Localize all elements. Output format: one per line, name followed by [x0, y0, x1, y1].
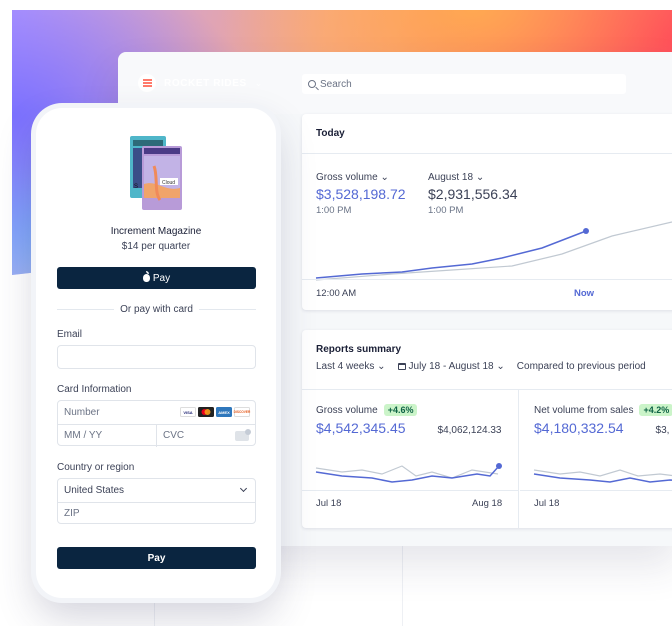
- reports-summary-card: Reports summary Last 4 weeks ⌄ July 18 -…: [302, 330, 672, 528]
- cvc-card-icon: [235, 429, 251, 441]
- compare-date-dropdown[interactable]: August 18 ⌄: [428, 172, 518, 183]
- gross-panel-divider: [302, 490, 519, 491]
- gross-axis-end: Aug 18: [472, 498, 503, 509]
- net-volume-label: Net volume from sales: [534, 404, 634, 416]
- today-current-point: [583, 228, 589, 234]
- gross-volume-total: $4,542,345.45: [316, 420, 406, 436]
- search-input[interactable]: [320, 78, 600, 90]
- search-bar[interactable]: [302, 74, 626, 94]
- country-label: Country or region: [57, 462, 135, 473]
- gross-volume-dropdown[interactable]: Gross volume ⌄: [316, 172, 406, 183]
- chevron-down-icon: ⌄: [475, 172, 485, 183]
- card-information-label: Card Information: [57, 384, 132, 395]
- net-volume-total: $4,180,332.54: [534, 420, 624, 436]
- apple-pay-label: Pay: [152, 272, 171, 284]
- email-input[interactable]: [58, 346, 243, 368]
- gross-current-point: [496, 463, 502, 469]
- net-panel-divider: [520, 490, 672, 491]
- card-cvc-input[interactable]: [157, 424, 227, 447]
- account-switcher[interactable]: ROCKET RIDES ⌄: [138, 74, 262, 92]
- gross-volume-sparkline: [315, 463, 502, 483]
- gross-volume-previous: $4,062,124.33: [437, 425, 502, 436]
- today-current-line: [315, 230, 587, 279]
- email-field-box: [57, 345, 256, 369]
- phone-checkout: S Cloud Increment Magazine $14 per quart…: [36, 108, 276, 598]
- card-number-input[interactable]: [64, 406, 164, 418]
- chevron-down-icon: ⌄: [377, 361, 386, 372]
- cover-front-text: Cloud: [162, 180, 175, 186]
- amex-icon: AMEX: [216, 407, 232, 417]
- gross-volume-panel[interactable]: Gross volume +4.6% $4,542,345.45 $4,062,12…: [302, 390, 519, 528]
- gross-axis-start: Jul 18: [316, 498, 342, 509]
- net-volume-badge: +4.2%: [639, 404, 672, 416]
- today-divider: [302, 279, 672, 280]
- date-range-picker[interactable]: July 18 - August 18 ⌄: [397, 361, 505, 372]
- or-divider: Or pay with card: [57, 304, 256, 315]
- discover-icon: DISCOVER: [234, 407, 250, 417]
- apple-icon: [142, 271, 150, 282]
- brand-name: ROCKET RIDES: [164, 77, 247, 89]
- net-axis-start: Jul 18: [534, 498, 560, 509]
- or-pay-label: Or pay with card: [120, 304, 193, 315]
- apple-pay-button[interactable]: Pay: [57, 267, 256, 289]
- compare-period-dropdown[interactable]: Compared to previous period: [517, 361, 646, 372]
- net-volume-sparkline: [533, 469, 672, 483]
- reports-header: Reports summary Last 4 weeks ⌄ July 18 -…: [302, 330, 672, 390]
- address-box: United States: [57, 478, 256, 524]
- country-select[interactable]: United States: [58, 479, 255, 501]
- reports-title: Reports summary: [316, 344, 402, 355]
- email-label: Email: [57, 329, 83, 340]
- cover-back-text: S: [134, 184, 138, 190]
- calendar-icon: [397, 363, 406, 370]
- net-volume-panel[interactable]: Net volume from sales +4.2% $4,180,332.54…: [520, 390, 672, 528]
- rocket-rides-logo-icon: [138, 74, 156, 92]
- compare-value: $2,931,556.34: [428, 186, 518, 202]
- product-price: $14 per quarter: [121, 241, 191, 252]
- compare-stat: August 18 ⌄ $2,931,556.34 1:00 PM: [428, 172, 518, 216]
- gross-current-line: [315, 465, 500, 483]
- chevron-down-icon: ⌄: [496, 361, 505, 372]
- gross-volume-value: $3,528,198.72: [316, 186, 406, 202]
- gross-volume-stat: Gross volume ⌄ $3,528,198.72 1:00 PM: [316, 172, 406, 216]
- card-information-box: VISA AMEX DISCOVER: [57, 400, 256, 447]
- product-name: Increment Magazine: [110, 226, 202, 237]
- today-line-chart: [315, 221, 672, 281]
- net-volume-previous: $3,: [655, 425, 670, 436]
- zip-input[interactable]: [64, 508, 244, 519]
- today-card: Today Gross volume ⌄ $3,528,198.72 1:00 …: [302, 114, 672, 310]
- search-icon: [308, 80, 316, 88]
- visa-icon: VISA: [180, 407, 196, 417]
- country-value: United States: [64, 484, 125, 496]
- today-previous-line: [315, 221, 672, 281]
- card-expiry-input[interactable]: [58, 424, 157, 447]
- today-title: Today: [302, 114, 672, 154]
- reports-filters: Last 4 weeks ⌄ July 18 - August 18 ⌄ Com…: [316, 361, 672, 372]
- mastercard-icon: [198, 407, 214, 417]
- chevron-down-icon: [239, 484, 248, 493]
- gross-volume-badge: +4.6%: [383, 404, 418, 416]
- stage: ROCKET RIDES ⌄ Today Gross volume ⌄ $3,5…: [0, 0, 672, 626]
- period-dropdown[interactable]: Last 4 weeks ⌄: [316, 361, 386, 372]
- today-axis-start: 12:00 AM: [316, 288, 357, 299]
- today-axis-now: Now: [574, 288, 595, 299]
- gross-volume-label: Gross volume: [316, 404, 378, 416]
- magazine-cover-image: S Cloud: [130, 136, 182, 210]
- chevron-down-icon: ⌄: [254, 77, 263, 88]
- card-brand-icons: VISA AMEX DISCOVER: [180, 407, 250, 417]
- chevron-down-icon: ⌄: [380, 172, 389, 183]
- pay-button[interactable]: Pay: [57, 547, 256, 569]
